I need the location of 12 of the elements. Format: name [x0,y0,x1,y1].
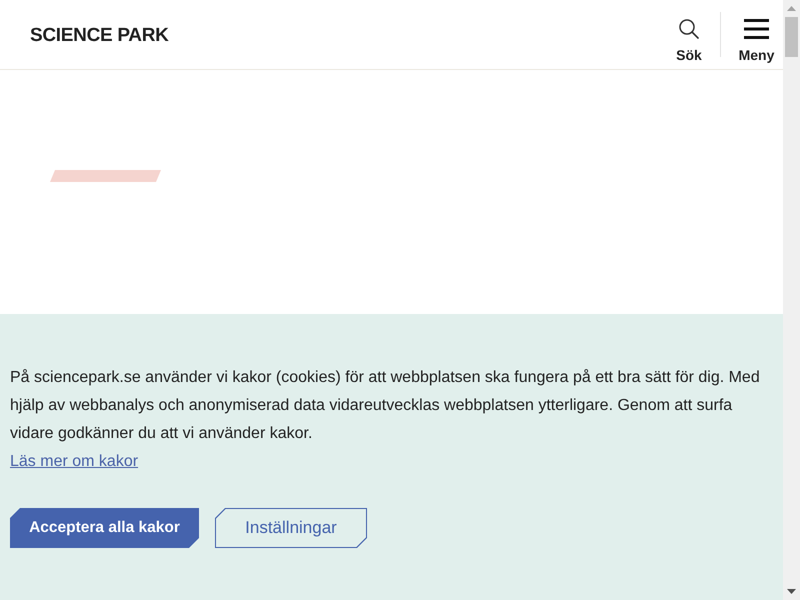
cookie-notice-text: På sciencepark.se använder vi kakor (cookies) för att webbplatsen ska fungera på ett bra sätt för dig. Med hjälp av webbanalys och anonymiserad data vidareutvecklas webbplatsen ytterligare. Genom att surfa vidare godkänner du att vi använder kakor. [10,368,761,444]
read-more-link[interactable]: Läs mer om kakor [10,448,138,476]
site-logo[interactable]: SCIENCE PARK [30,24,169,46]
settings-button[interactable]: Inställningar [215,508,367,548]
menu-icon [744,18,769,38]
menu-button[interactable]: Meny [730,18,783,62]
accept-all-button[interactable]: Acceptera alla kakor [10,508,199,548]
search-icon [679,18,699,38]
search-button[interactable]: Sök [664,18,714,62]
scrollbar-thumb[interactable] [785,17,798,57]
scroll-down-icon[interactable] [787,589,796,594]
scroll-up-icon[interactable] [787,6,796,11]
